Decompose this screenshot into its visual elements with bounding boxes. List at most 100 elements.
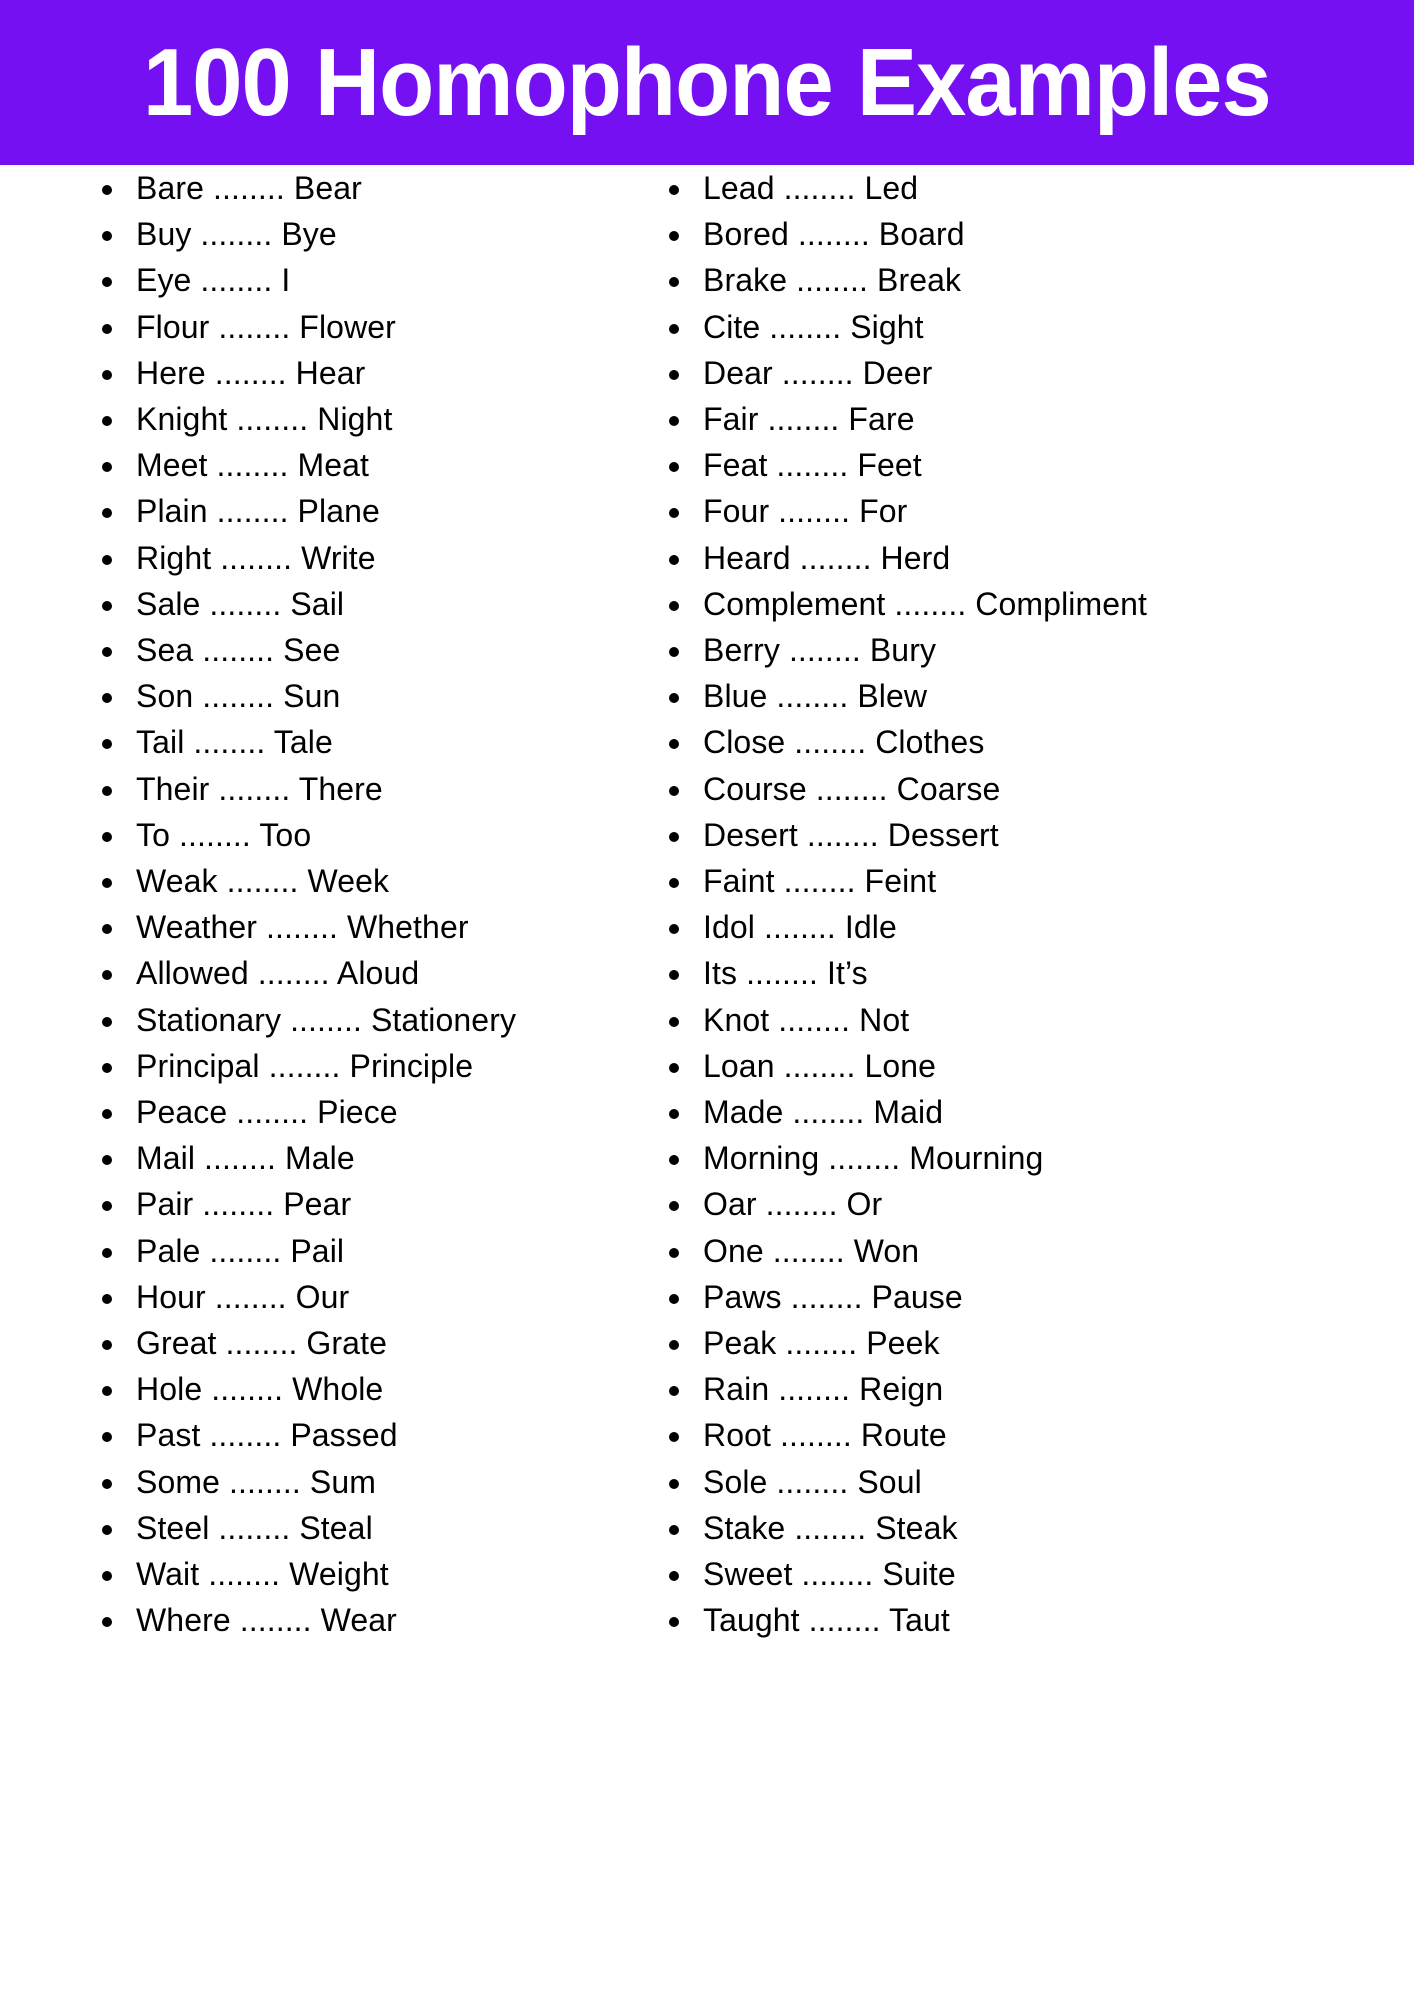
homophone-pair: Where ........ Wear <box>136 1602 397 1639</box>
homophone-pair: Lead ........ Led <box>703 170 919 206</box>
homophone-pair: Pair ........ Pear <box>136 1186 352 1223</box>
bullet-icon <box>102 785 112 796</box>
list-item: Root ........ Route <box>659 1416 1414 1455</box>
homophone-pair: Flour ........ Flower <box>136 308 396 345</box>
homophone-pair: Idol ........ Idle <box>703 909 897 946</box>
bullet-icon <box>669 554 679 565</box>
homophone-pair: Bored ........ Board <box>703 216 965 253</box>
bullet-icon <box>669 1432 679 1443</box>
bullet-icon <box>102 1478 112 1489</box>
homophone-pair: Dear ........ Deer <box>703 354 933 391</box>
homophone-pair: Hole ........ Whole <box>136 1371 384 1408</box>
homophone-pair: Four ........ For <box>703 493 908 530</box>
list-item: Berry ........ Bury <box>659 631 1414 670</box>
list-item: Its ........ It’s <box>659 954 1414 993</box>
homophone-content: Bare ........ Bear Buy ........ Bye Eye ..… <box>0 165 1414 1648</box>
page-title: 100 Homophone Examples <box>143 28 1272 136</box>
homophone-pair: Made ........ Maid <box>703 1094 944 1131</box>
homophone-pair: Eye ........ I <box>136 262 291 299</box>
bullet-icon <box>669 277 679 288</box>
homophone-pair: Morning ........ Mourning <box>703 1140 1044 1177</box>
bullet-icon <box>669 1617 679 1628</box>
list-item: Peak ........ Peek <box>659 1324 1414 1363</box>
bullet-icon <box>669 1340 679 1351</box>
list-item: Steel ........ Steal <box>92 1509 635 1548</box>
list-item: Here ........ Hear <box>92 354 635 393</box>
list-item: Weather ........ Whether <box>92 908 635 947</box>
bullet-icon <box>669 231 679 242</box>
homophone-pair: Meet ........ Meat <box>136 447 369 484</box>
bullet-icon <box>102 323 112 334</box>
list-item: Complement ........ Compliment <box>659 585 1414 624</box>
homophone-pair: Knot ........ Not <box>703 1001 910 1038</box>
bullet-icon <box>102 277 112 288</box>
bullet-icon <box>669 739 679 750</box>
list-item: Oar ........ Or <box>659 1185 1414 1224</box>
homophone-pair: Wait ........ Weight <box>136 1556 389 1593</box>
homophone-pair: Great ........ Grate <box>136 1325 387 1362</box>
homophone-pair: Feat ........ Feet <box>703 447 922 484</box>
bullet-icon <box>102 1155 112 1166</box>
bullet-icon <box>669 185 679 195</box>
homophone-list-right: Lead ........ Led Bored ........ Board Bra… <box>659 169 1414 1641</box>
homophone-pair: Allowed ........ Aloud <box>136 955 420 992</box>
bullet-icon <box>669 1062 679 1073</box>
bullet-icon <box>102 462 112 473</box>
bullet-icon <box>669 647 679 658</box>
homophone-pair: To ........ Too <box>136 816 312 853</box>
bullet-icon <box>669 323 679 334</box>
homophone-pair: Fair ........ Fare <box>703 401 915 438</box>
bullet-icon <box>669 600 679 611</box>
bullet-icon <box>102 1293 112 1304</box>
list-item: Sole ........ Soul <box>659 1463 1414 1502</box>
bullet-icon <box>669 1571 679 1582</box>
homophone-pair: Buy ........ Bye <box>136 216 337 253</box>
list-item: Wait ........ Weight <box>92 1555 635 1594</box>
homophone-pair: Heard ........ Herd <box>703 539 951 576</box>
bullet-icon <box>102 185 112 195</box>
homophone-list-left: Bare ........ Bear Buy ........ Bye Eye ..… <box>92 169 635 1641</box>
homophone-pair: Taught ........ Taut <box>703 1602 950 1639</box>
bullet-icon <box>102 1016 112 1027</box>
homophone-pair: One ........ Won <box>703 1232 920 1269</box>
bullet-icon <box>102 554 112 565</box>
bullet-icon <box>669 462 679 473</box>
homophone-pair: Course ........ Coarse <box>703 770 1001 807</box>
list-item: Tail ........ Tale <box>92 723 635 762</box>
list-item: To ........ Too <box>92 816 635 855</box>
homophone-pair: Here ........ Hear <box>136 354 366 391</box>
homophone-pair: Bare ........ Bear <box>136 170 362 206</box>
list-item: Pale ........ Pail <box>92 1232 635 1271</box>
list-item: One ........ Won <box>659 1232 1414 1271</box>
list-item: Pair ........ Pear <box>92 1185 635 1224</box>
list-item: Where ........ Wear <box>92 1601 635 1640</box>
list-item: Close ........ Clothes <box>659 723 1414 762</box>
list-item: Loan ........ Lone <box>659 1047 1414 1086</box>
list-item: Hour ........ Our <box>92 1278 635 1317</box>
bullet-icon <box>102 1109 112 1120</box>
list-item: Lead ........ Led <box>659 169 1414 208</box>
bullet-icon <box>669 785 679 796</box>
list-item: Rain ........ Reign <box>659 1370 1414 1409</box>
homophone-pair: Tail ........ Tale <box>136 724 333 761</box>
bullet-icon <box>102 693 112 704</box>
bullet-icon <box>669 1247 679 1258</box>
bullet-icon <box>102 1247 112 1258</box>
bullet-icon <box>102 416 112 427</box>
left-column: Bare ........ Bear Buy ........ Bye Eye ..… <box>0 165 635 1648</box>
homophone-pair: Complement ........ Compliment <box>703 585 1148 622</box>
list-item: Paws ........ Pause <box>659 1278 1414 1317</box>
list-item: Mail ........ Male <box>92 1139 635 1178</box>
list-item: Bored ........ Board <box>659 215 1414 254</box>
homophone-pair: Desert ........ Dessert <box>703 816 999 853</box>
list-item: Right ........ Write <box>92 539 635 578</box>
homophone-pair: Sweet ........ Suite <box>703 1556 956 1593</box>
bullet-icon <box>669 416 679 427</box>
bullet-icon <box>669 970 679 981</box>
homophone-pair: Son ........ Sun <box>136 678 341 715</box>
bullet-icon <box>669 924 679 935</box>
bullet-icon <box>102 1386 112 1397</box>
bullet-icon <box>102 739 112 750</box>
list-item: Blue ........ Blew <box>659 677 1414 716</box>
list-item: Allowed ........ Aloud <box>92 954 635 993</box>
